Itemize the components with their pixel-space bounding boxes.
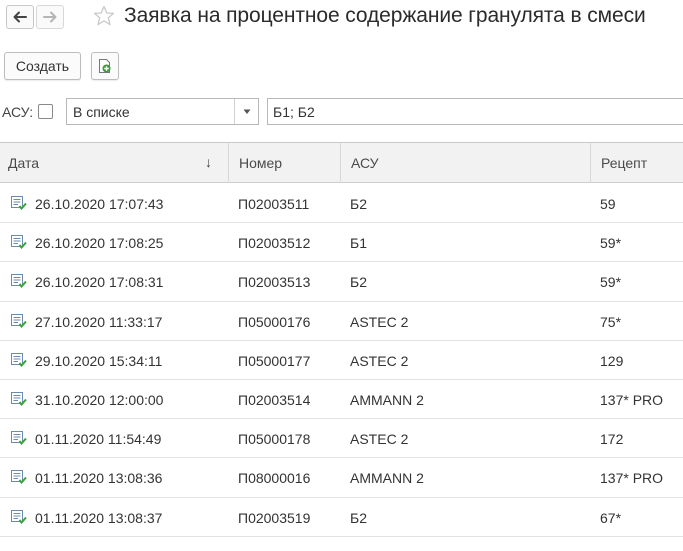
cell-date: 26.10.2020 17:08:31: [35, 274, 164, 291]
cell-number: П05000178: [238, 431, 311, 448]
document-posted-icon: [11, 196, 27, 210]
cell-asu: Б2: [350, 196, 367, 212]
document-posted-icon: [11, 509, 27, 524]
cell-number: П08000016: [238, 470, 311, 487]
document-posted-icon: [11, 470, 27, 485]
cell-number: П02003512: [238, 235, 311, 252]
column-header-date[interactable]: Дата ↓: [0, 143, 228, 183]
cell-asu: Б2: [350, 274, 367, 291]
cell-date: 01.11.2020 13:08:36: [35, 470, 163, 487]
table-row[interactable]: 01.11.2020 11:54:49 П05000178 ASTEC 2 17…: [0, 419, 683, 459]
cell-recipe: 75*: [600, 313, 622, 330]
table-header: Дата ↓ Номер АСУ Рецепт: [0, 143, 683, 183]
cell-date: 01.11.2020 13:08:37: [35, 509, 163, 526]
cell-asu: Б1: [350, 235, 367, 252]
cell-number: П02003513: [238, 274, 311, 291]
arrow-left-icon: [13, 11, 27, 23]
cell-recipe: 59: [600, 196, 616, 212]
cell-date: 31.10.2020 12:00:00: [35, 391, 164, 408]
cell-recipe: 59*: [600, 235, 622, 252]
star-favorite-icon[interactable]: [92, 4, 116, 28]
cell-number: П05000176: [238, 313, 311, 330]
cell-asu: ASTEC 2: [350, 352, 409, 369]
cell-date: 29.10.2020 15:34:11: [35, 352, 163, 369]
cell-recipe: 129: [600, 352, 624, 369]
table-row[interactable]: 31.10.2020 12:00:00 П02003514 AMMANN 2 1…: [0, 379, 683, 420]
cell-asu: AMMANN 2: [350, 470, 424, 487]
table-row[interactable]: 26.10.2020 17:08:25 П02003512 Б1 59*: [0, 223, 683, 263]
cell-number: П02003514: [238, 391, 311, 408]
cell-number: П02003519: [238, 509, 311, 526]
column-header-number[interactable]: Номер: [228, 143, 340, 183]
cell-asu: AMMANN 2: [350, 391, 424, 408]
table-row[interactable]: 27.10.2020 11:33:17 П05000176 ASTEC 2 75…: [0, 301, 683, 341]
sort-descending-icon: ↓: [205, 154, 212, 170]
comparison-mode-select[interactable]: В списке: [66, 98, 259, 125]
copy-button[interactable]: [91, 52, 119, 80]
cell-date: 26.10.2020 17:08:25: [35, 235, 164, 252]
forward-button[interactable]: [36, 5, 64, 29]
document-posted-icon: [11, 235, 27, 250]
table-row[interactable]: 26.10.2020 17:07:43 П02003511 Б2 59: [0, 184, 683, 224]
cell-recipe: 137* PRO: [600, 391, 664, 408]
cell-asu: ASTEC 2: [350, 431, 409, 448]
column-header-recipe[interactable]: Рецепт: [590, 143, 683, 183]
table-row[interactable]: 01.11.2020 13:08:37 П02003519 Б2 67*: [0, 497, 683, 537]
chevron-down-icon: [243, 109, 250, 114]
asu-values-text: Б1; Б2: [273, 104, 315, 120]
cell-number: П02003511: [238, 196, 310, 212]
asu-filter-label: АСУ:: [2, 104, 34, 120]
cell-date: 26.10.2020 17:07:43: [35, 196, 164, 212]
table-row[interactable]: 01.11.2020 13:08:36 П08000016 AMMANN 2 1…: [0, 458, 683, 498]
cell-number: П05000177: [238, 352, 311, 369]
asu-filter-checkbox[interactable]: [38, 104, 53, 119]
cell-asu: ASTEC 2: [350, 313, 409, 330]
document-posted-icon: [11, 391, 27, 406]
table-row[interactable]: 29.10.2020 15:34:11 П05000177 ASTEC 2 12…: [0, 340, 683, 380]
document-posted-icon: [11, 313, 27, 328]
column-header-asu[interactable]: АСУ: [340, 143, 590, 183]
cell-date: 01.11.2020 11:54:49: [35, 431, 162, 448]
create-button[interactable]: Создать: [4, 52, 81, 80]
cell-recipe: 59*: [600, 274, 622, 291]
cell-recipe: 172: [600, 431, 624, 448]
copy-document-icon: [99, 59, 111, 73]
document-posted-icon: [11, 352, 27, 367]
arrow-right-icon: [43, 11, 57, 23]
table-row[interactable]: 26.10.2020 17:08:31 П02003513 Б2 59*: [0, 262, 683, 302]
cell-asu: Б2: [350, 509, 367, 526]
cell-recipe: 67*: [600, 509, 622, 526]
document-posted-icon: [11, 274, 27, 289]
asu-values-input[interactable]: Б1; Б2: [267, 98, 683, 125]
table-body: 26.10.2020 17:07:43 П02003511 Б2 59 26.1…: [0, 184, 683, 537]
requests-table: Дата ↓ Номер АСУ Рецепт 26.10.2020 17:07…: [0, 142, 683, 551]
comparison-mode-value: В списке: [73, 104, 130, 120]
cell-date: 27.10.2020 11:33:17: [35, 313, 163, 330]
cell-recipe: 137* PRO: [600, 470, 664, 487]
dropdown-button[interactable]: [234, 99, 258, 124]
page-title: Заявка на процентное содержание гранулят…: [124, 4, 646, 27]
back-button[interactable]: [6, 5, 34, 29]
column-header-date-label: Дата: [8, 155, 40, 171]
document-posted-icon: [11, 431, 27, 446]
